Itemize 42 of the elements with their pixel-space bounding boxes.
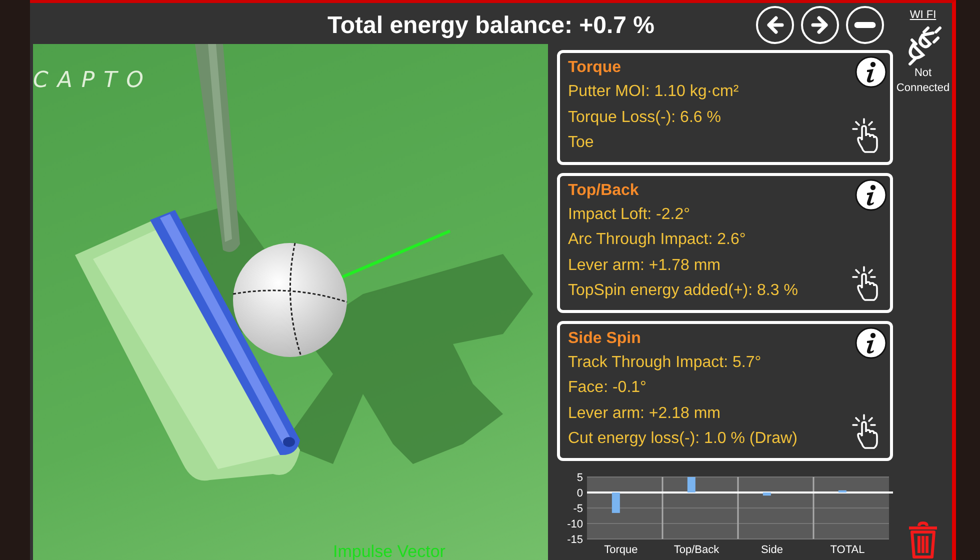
x-tick-label: Top/Back [674,544,720,556]
y-tick-label: -5 [573,503,583,515]
logo: CAPTO [33,67,152,95]
metric-text: Face: -0.1° [568,378,648,398]
minus-icon [854,22,876,28]
metric-text: Putter MOI: 1.10 kg·cm² [568,82,740,102]
metric-text: Track Through Impact: 5.7° [568,352,762,372]
info-icon[interactable] [855,178,887,210]
bar [838,490,846,492]
window-title: Total energy balance: +0.7 % [326,11,656,41]
panel-title: Torque [568,58,622,78]
y-tick-label: -15 [567,534,583,546]
info-icon[interactable] [855,326,887,358]
x-tick-label: TOTAL [830,544,865,556]
tap-hand-icon[interactable] [852,266,880,302]
y-tick-label: -10 [567,518,583,530]
y-tick-label: 0 [576,488,583,500]
back-button[interactable] [756,6,794,44]
y-tick-label: 5 [576,472,583,484]
x-tick-label: Side [760,544,783,556]
wifi-label: WI FI [910,8,936,23]
tap-hand-icon[interactable] [852,414,880,450]
metric-text: Toe [568,133,595,153]
metric-text: Arc Through Impact: 2.6° [568,230,747,250]
forward-icon [809,14,831,36]
metric-text: Lever arm: +1.78 mm [568,256,722,276]
info-icon[interactable] [855,56,887,88]
tap-hand-icon[interactable] [852,118,880,154]
metric-text: TopSpin energy added(+): 8.3 % [568,281,799,301]
x-tick-label: Torque [604,544,638,556]
bar [762,492,771,496]
connection-status: Not Connected [895,66,951,96]
metric-text: Torque Loss(-): 6.6 % [568,108,722,128]
forward-button[interactable] [801,6,839,44]
metric-text: Lever arm: +2.18 mm [568,404,722,424]
panel-title: Top/Back [568,180,640,200]
metric-text: Impact Loft: -2.2° [568,204,692,224]
minus-button[interactable] [846,6,884,44]
metric-text: Cut energy loss(-): 1.0 % (Draw) [568,429,798,449]
panel-title: Side Spin [568,328,642,348]
back-icon [764,14,786,36]
trash-icon[interactable] [906,521,940,559]
